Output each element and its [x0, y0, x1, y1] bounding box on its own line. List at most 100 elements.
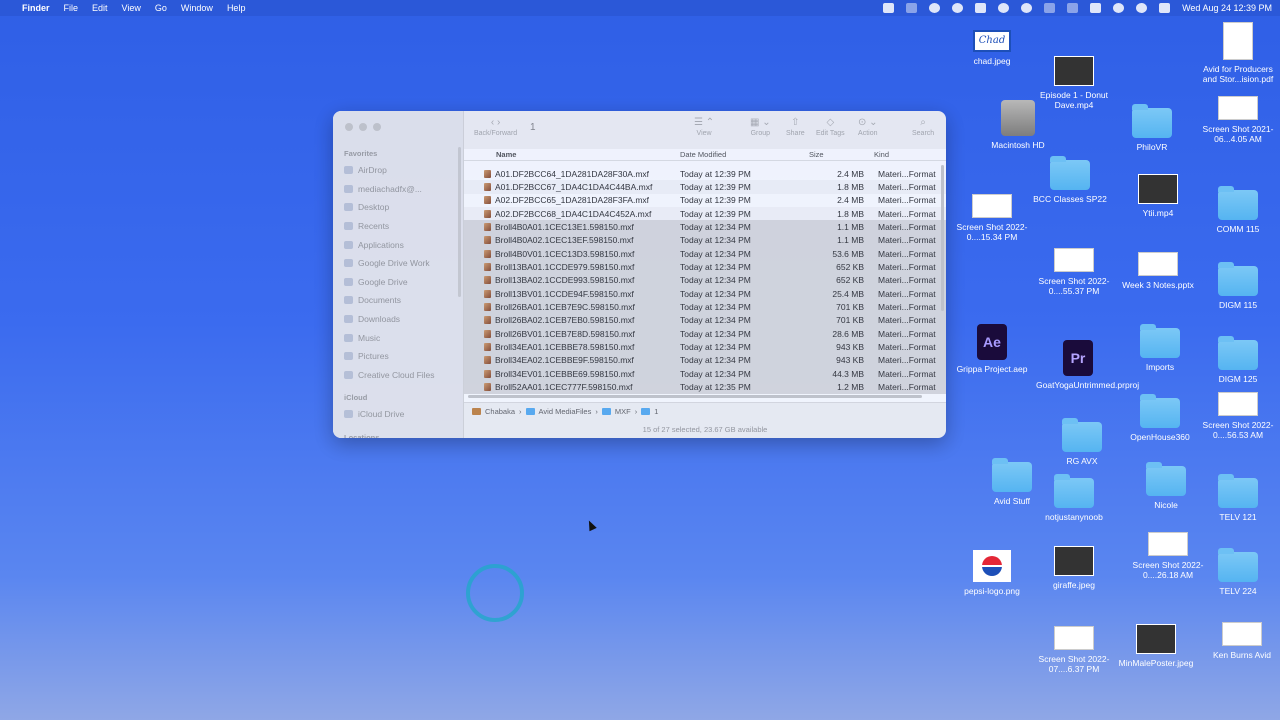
status-app-icon-3[interactable] [929, 3, 941, 13]
close-window-icon[interactable] [345, 123, 353, 131]
zoom-window-icon[interactable] [373, 123, 381, 131]
table-row[interactable]: Broll34EV01.1CEBBE69.598150.mxf Today at … [464, 367, 946, 381]
menu-clock[interactable]: Wed Aug 24 12:39 PM [1182, 3, 1272, 13]
table-row[interactable]: A01.DF2BCC64_1DA281DA28F30A.mxf Today at … [464, 167, 946, 180]
table-row[interactable]: Broll26BA02.1CEB7EB0.598150.mxf Today at … [464, 313, 946, 328]
desktop-item[interactable]: Ae Grippa Project.aep [950, 324, 1034, 374]
desktop-item[interactable]: COMM 115 [1196, 186, 1280, 234]
view-button[interactable]: ☰ ⌃ View [694, 117, 714, 137]
desktop-item[interactable]: Screen Shot 2021-06...4.05 AM [1196, 96, 1280, 144]
column-header-date[interactable]: Date Modified [678, 150, 807, 159]
list-vertical-scrollbar[interactable] [941, 165, 944, 311]
desktop-item[interactable]: BCC Classes SP22 [1028, 156, 1112, 204]
desktop-item[interactable]: Week 3 Notes.pptx [1116, 252, 1200, 290]
desktop-item[interactable]: TELV 224 [1196, 548, 1280, 596]
table-row[interactable]: A02.DF2BCC65_1DA281DA28F3FA.mxf Today at … [464, 194, 946, 207]
user-icon[interactable] [1113, 3, 1125, 13]
sidebar-item-downloads[interactable]: Downloads [333, 310, 463, 329]
creative-cloud-icon[interactable] [952, 3, 964, 13]
search-button[interactable]: ⌕ Search [912, 117, 934, 137]
menu-edit[interactable]: Edit [92, 3, 108, 13]
minimize-window-icon[interactable] [359, 123, 367, 131]
desktop-item[interactable]: Avid for Producers and Stor...ision.pdf [1196, 22, 1280, 84]
desktop-item[interactable]: MinMalePoster.jpeg [1114, 624, 1198, 668]
table-row[interactable]: Broll4B0A01.1CEC13E1.598150.mxf Today at … [464, 220, 946, 234]
status-app-icon-2[interactable] [906, 3, 918, 13]
mute-icon[interactable] [1044, 3, 1056, 13]
menu-go[interactable]: Go [155, 3, 167, 13]
table-row[interactable]: Broll4B0V01.1CEC13D3.598150.mxf Today at … [464, 247, 946, 261]
desktop-item[interactable]: Ken Burns Avid [1200, 622, 1280, 660]
search-icon[interactable] [1136, 3, 1148, 13]
sidebar-item-applications[interactable]: Applications [333, 235, 463, 254]
table-row[interactable]: Broll13BA01.1CCDE979.598150.mxf Today at … [464, 260, 946, 274]
table-row[interactable]: A02.DF2BCC68_1DA4C1DA4C452A.mxf Today at … [464, 207, 946, 221]
sidebar-item-desktop[interactable]: Desktop [333, 198, 463, 217]
back-forward-control[interactable]: ‹ › Back/Forward [474, 117, 517, 137]
moon-icon[interactable] [1021, 3, 1033, 13]
sidebar-item-account[interactable]: mediachadfx@... [333, 180, 463, 199]
shield-icon[interactable] [998, 3, 1010, 13]
sidebar-item-google-drive-work[interactable]: Google Drive Work [333, 254, 463, 273]
desktop-item[interactable]: Ytii.mp4 [1116, 174, 1200, 218]
desktop-item[interactable]: Screen Shot 2022-0....55.37 PM [1032, 248, 1116, 296]
column-header-size[interactable]: Size [807, 150, 872, 159]
table-row[interactable]: Broll13BA02.1CCDE993.598150.mxf Today at … [464, 273, 946, 288]
sidebar-item-creative-cloud[interactable]: Creative Cloud Files [333, 366, 463, 385]
sidebar-scrollbar[interactable] [458, 147, 461, 297]
sidebar-item-airdrop[interactable]: AirDrop [333, 161, 463, 180]
google-drive-icon[interactable] [975, 3, 987, 13]
edit-tags-button[interactable]: ◇ Edit Tags [816, 117, 845, 137]
column-header-kind[interactable]: Kind [872, 150, 946, 159]
table-row[interactable]: Broll34EA01.1CEBBE78.598150.mxf Today at … [464, 340, 946, 354]
sidebar-item-recents[interactable]: Recents [333, 217, 463, 236]
desktop-item[interactable]: notjustanynoob [1032, 474, 1116, 522]
file-rows: A01.DF2BCC64_1DA281DA28F30A.mxf Today at … [464, 161, 946, 394]
table-row[interactable]: Broll26BV01.1CEB7E8D.598150.mxf Today at … [464, 327, 946, 341]
column-header-name[interactable]: Name [464, 150, 678, 159]
menu-help[interactable]: Help [227, 3, 246, 13]
desktop-item[interactable]: RG AVX [1040, 418, 1124, 466]
sidebar-item-google-drive[interactable]: Google Drive [333, 273, 463, 292]
desktop-item[interactable]: pepsi-logo.png [950, 550, 1034, 596]
desktop-item[interactable]: DIGM 115 [1196, 262, 1280, 310]
action-button[interactable]: ⊙ ⌄ Action [858, 117, 878, 137]
path-item[interactable]: 1 [654, 407, 658, 416]
sidebar-item-pictures[interactable]: Pictures [333, 347, 463, 366]
share-button[interactable]: ⇧ Share [786, 117, 805, 137]
group-button[interactable]: ▦ ⌄ Group [750, 117, 771, 137]
desktop-item[interactable]: PhiloVR [1110, 104, 1194, 152]
desktop-item[interactable]: Screen Shot 2022-07....6.37 PM [1032, 626, 1116, 674]
desktop-item[interactable]: DIGM 125 [1196, 336, 1280, 384]
table-row[interactable]: Broll52AA01.1CEC777F.598150.mxf Today at … [464, 380, 946, 394]
control-center-icon[interactable] [1159, 3, 1171, 13]
menu-window[interactable]: Window [181, 3, 213, 13]
list-horizontal-scrollbar[interactable] [468, 395, 922, 398]
sidebar-item-music[interactable]: Music [333, 328, 463, 347]
status-app-icon[interactable] [883, 3, 895, 13]
desktop-item[interactable]: giraffe.jpeg [1032, 546, 1116, 590]
table-row[interactable]: Broll34EA02.1CEBBE9F.598150.mxf Today at … [464, 353, 946, 368]
table-row[interactable]: Broll26BA01.1CEB7E9C.598150.mxf Today at … [464, 300, 946, 314]
menu-view[interactable]: View [122, 3, 141, 13]
desktop-item[interactable]: Chad chad.jpeg [950, 30, 1034, 66]
bluetooth-icon[interactable] [1067, 3, 1079, 13]
desktop-item[interactable]: Imports [1118, 324, 1202, 372]
desktop-item[interactable]: Screen Shot 2022-0....15.34 PM [950, 194, 1034, 242]
desktop-item[interactable]: Pr GoatYogaUntrimmed.prproj [1036, 340, 1139, 390]
desktop-item[interactable]: OpenHouse360 [1118, 394, 1202, 442]
wifi-icon[interactable] [1090, 3, 1102, 13]
table-row[interactable]: Broll4B0A02.1CEC13EF.598150.mxf Today at … [464, 233, 946, 248]
table-row[interactable]: Broll13BV01.1CCDE94F.598150.mxf Today at … [464, 287, 946, 301]
desktop-item[interactable]: Screen Shot 2022-0....56.53 AM [1196, 392, 1280, 440]
path-item[interactable]: Avid MediaFiles [539, 407, 592, 416]
path-item[interactable]: Chabaka [485, 407, 515, 416]
table-row[interactable]: A01.DF2BCC67_1DA4C1DA4C44BA.mxf Today at … [464, 180, 946, 194]
sidebar-item-icloud-drive[interactable]: iCloud Drive [333, 405, 463, 424]
desktop-item[interactable]: Macintosh HD [976, 100, 1060, 150]
desktop-item[interactable]: TELV 121 [1196, 474, 1280, 522]
sidebar-item-documents[interactable]: Documents [333, 291, 463, 310]
menu-finder[interactable]: Finder [22, 3, 50, 13]
menu-file[interactable]: File [64, 3, 79, 13]
path-item[interactable]: MXF [615, 407, 631, 416]
